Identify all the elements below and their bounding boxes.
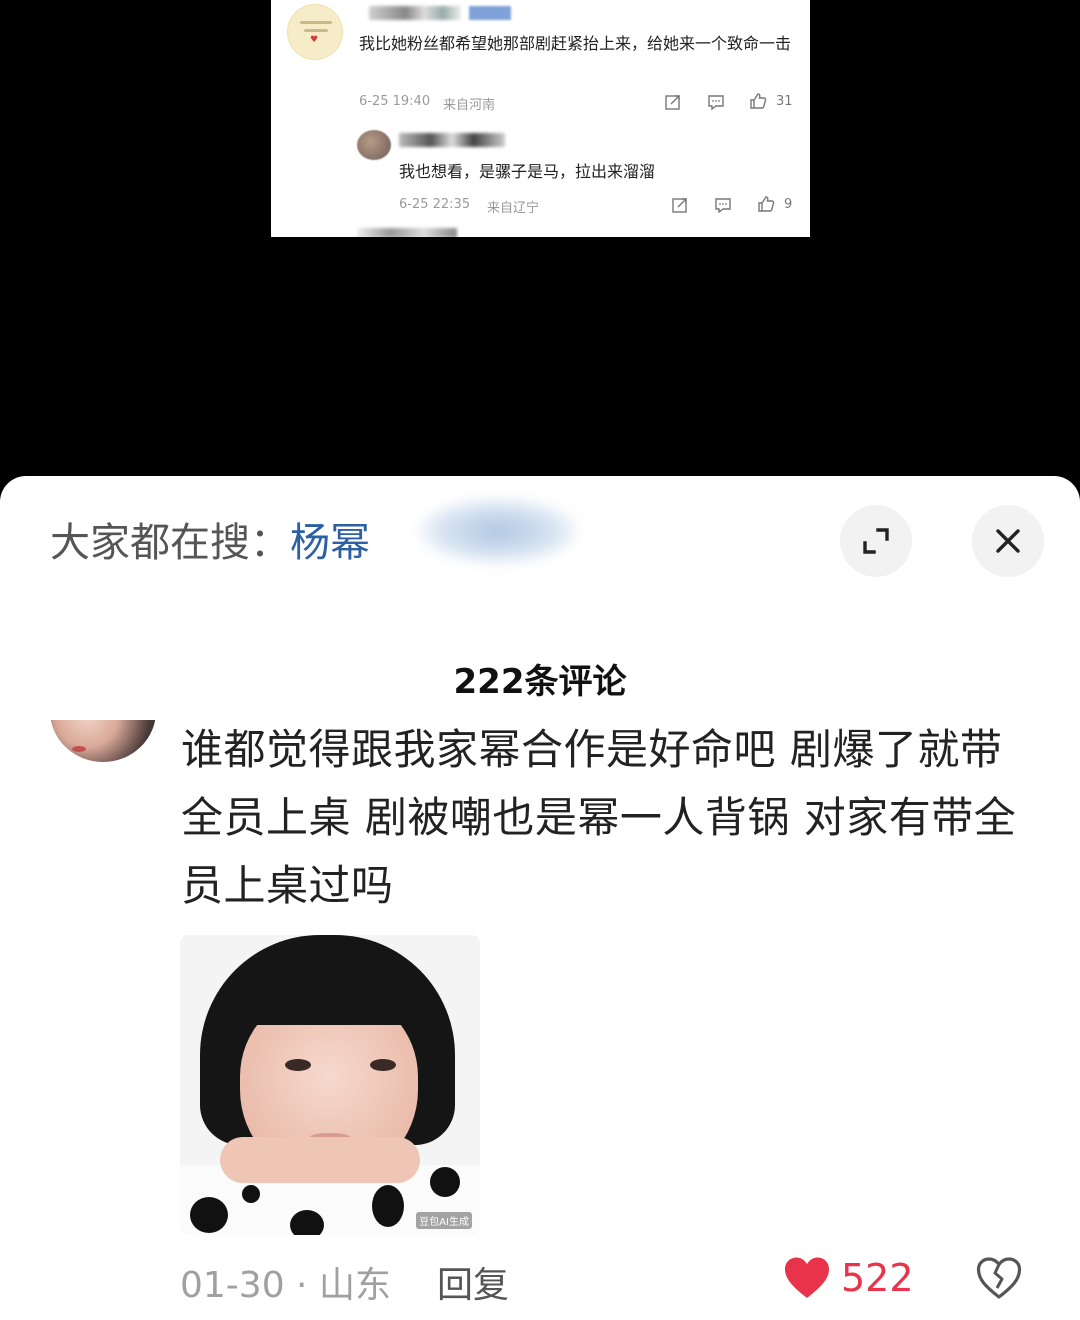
embedded-comment-screenshot: ♥ 我比她粉丝都希望她那部剧赶紧抬上来，给她来一个致命一击 6-25 19:40…	[271, 0, 810, 237]
video-area[interactable]: ♥ 我比她粉丝都希望她那部剧赶紧抬上来，给她来一个致命一击 6-25 19:40…	[0, 0, 1080, 480]
share-icon	[672, 198, 687, 213]
close-icon	[996, 529, 1020, 553]
ai-generated-tag: 豆包AI生成	[416, 1212, 472, 1229]
trending-search-prefix: 大家都在搜：	[50, 520, 290, 566]
trending-search-term[interactable]: 杨幂	[290, 520, 370, 566]
avatar[interactable]	[50, 720, 156, 762]
commenter-avatar: ♥	[287, 4, 343, 60]
blurred-search-term	[418, 498, 578, 564]
like-count: 522	[841, 1256, 914, 1300]
thumbs-up-icon	[758, 196, 775, 212]
reply-location: 来自辽宁	[487, 201, 540, 216]
heart-icon[interactable]	[783, 1256, 831, 1300]
comment-image[interactable]: 豆包AI生成	[180, 935, 480, 1235]
comment-count-title: 222条评论	[453, 662, 627, 702]
like-count: 31	[776, 94, 793, 109]
comment-location: 来自河南	[443, 98, 496, 113]
heart-icon: ♥	[310, 35, 319, 45]
expand-button[interactable]	[840, 505, 912, 577]
blurred-username	[369, 6, 461, 20]
like-count: 9	[784, 197, 793, 212]
blurred-username	[399, 133, 505, 147]
trending-search[interactable]: 大家都在搜：杨幂	[50, 510, 370, 568]
comment-date-location: 01-30 · 山东	[180, 1265, 391, 1306]
comment-icon	[708, 95, 724, 111]
reply-text: 我也想看，是骡子是马，拉出来溜溜	[399, 162, 656, 181]
expand-icon	[863, 528, 889, 554]
reply-avatar	[357, 130, 391, 160]
comment-date: 6-25 19:40	[359, 94, 431, 109]
comment-icon	[715, 198, 731, 214]
reply-date: 6-25 22:35	[399, 197, 471, 212]
blurred-username	[357, 228, 457, 237]
share-icon	[665, 95, 680, 110]
comments-sheet: 大家都在搜：杨幂 222条评论 谁都觉得跟我家幂合作是好命吧 剧爆了就带全员上桌…	[0, 476, 1080, 1320]
comment-text: 我比她粉丝都希望她那部剧赶紧抬上来，给她来一个致命一击	[359, 34, 792, 53]
comment-text: 谁都觉得跟我家幂合作是好命吧 剧爆了就带全员上桌 剧被嘲也是幂一人背锅 对家有带…	[181, 725, 1017, 910]
thumbs-up-icon	[750, 93, 767, 109]
broken-heart-icon[interactable]	[975, 1256, 1023, 1300]
blurred-badge	[469, 6, 511, 20]
close-button[interactable]	[972, 505, 1044, 577]
reply-button[interactable]: 回复	[437, 1256, 509, 1308]
